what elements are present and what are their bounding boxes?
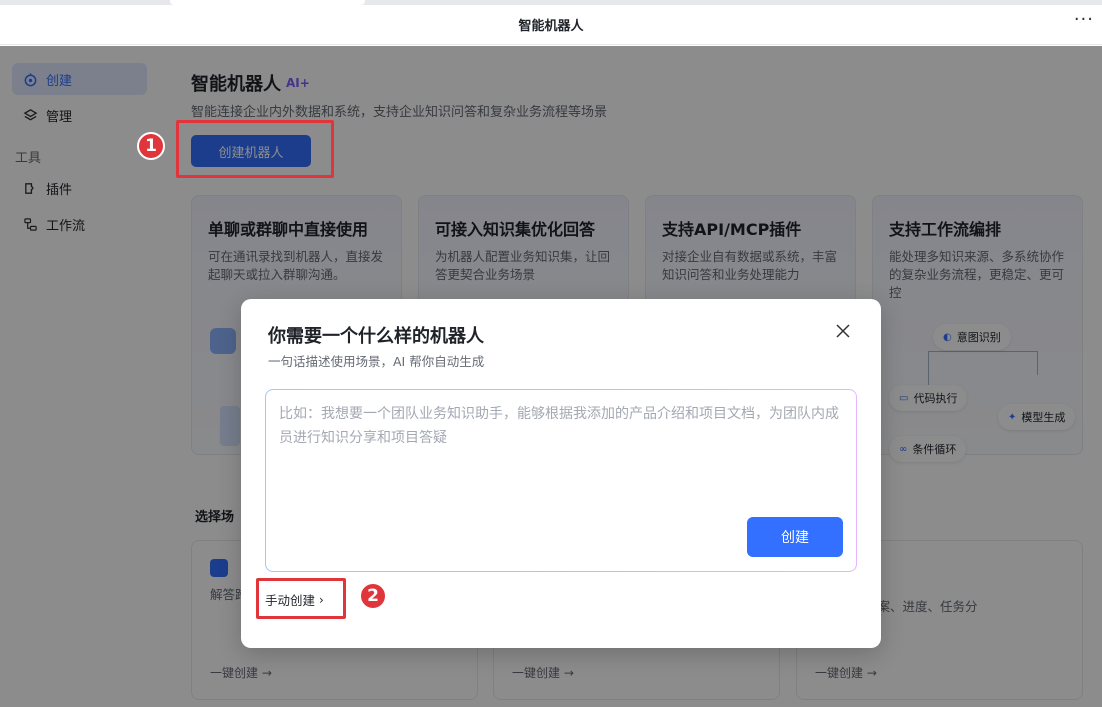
prompt-box: 创建	[265, 389, 857, 572]
dialog-title: 你需要一个什么样的机器人	[268, 326, 484, 347]
close-icon[interactable]	[833, 321, 853, 341]
more-options-icon[interactable]: ···	[1074, 9, 1094, 30]
highlight-box-manual	[256, 578, 346, 619]
dialog-subtitle: 一句话描述使用场景，AI 帮你自动生成	[268, 354, 485, 369]
robot-description-input[interactable]	[279, 402, 844, 512]
step-badge-2: 2	[359, 582, 387, 610]
highlight-box-create	[176, 120, 334, 178]
window-title: 智能机器人	[518, 19, 584, 34]
generate-button[interactable]: 创建	[747, 517, 843, 557]
prompt-box-inner: 创建	[266, 390, 856, 571]
step-badge-1: 1	[137, 132, 165, 160]
title-bar: 智能机器人 ···	[0, 5, 1102, 45]
